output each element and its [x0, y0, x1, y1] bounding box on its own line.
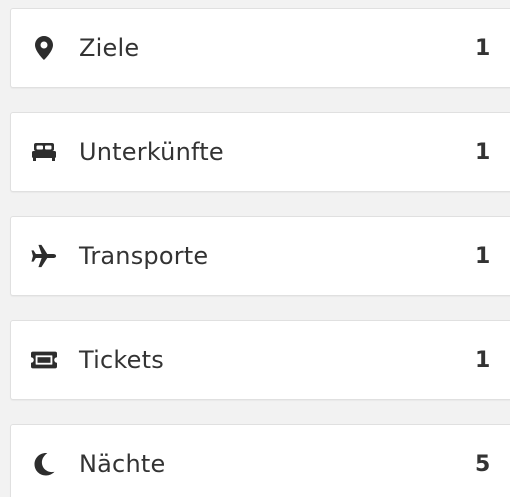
plane-icon [31, 243, 57, 269]
stat-label: Ziele [79, 34, 140, 62]
stat-label: Nächte [79, 450, 166, 478]
stat-count: 1 [475, 139, 491, 165]
stat-card-accommodations[interactable]: Unterkünfte 1 [10, 112, 510, 192]
stat-card-nights[interactable]: Nächte 5 [10, 424, 510, 497]
stat-label: Transporte [79, 242, 209, 270]
stat-count: 1 [475, 347, 491, 373]
moon-icon [31, 451, 57, 477]
stat-label: Tickets [79, 346, 164, 374]
stat-label: Unterkünfte [79, 138, 224, 166]
stat-count: 1 [475, 35, 491, 61]
stat-card-tickets[interactable]: Tickets 1 [10, 320, 510, 400]
stat-card-transports[interactable]: Transporte 1 [10, 216, 510, 296]
bed-icon [31, 139, 57, 165]
stat-count: 5 [475, 451, 491, 477]
stat-card-destinations[interactable]: Ziele 1 [10, 8, 510, 88]
trip-stats-list: Ziele 1 Unterkünfte 1 Transporte 1 Ticke… [0, 0, 510, 497]
stat-count: 1 [475, 243, 491, 269]
map-marker-icon [31, 35, 57, 61]
ticket-icon [31, 347, 57, 373]
